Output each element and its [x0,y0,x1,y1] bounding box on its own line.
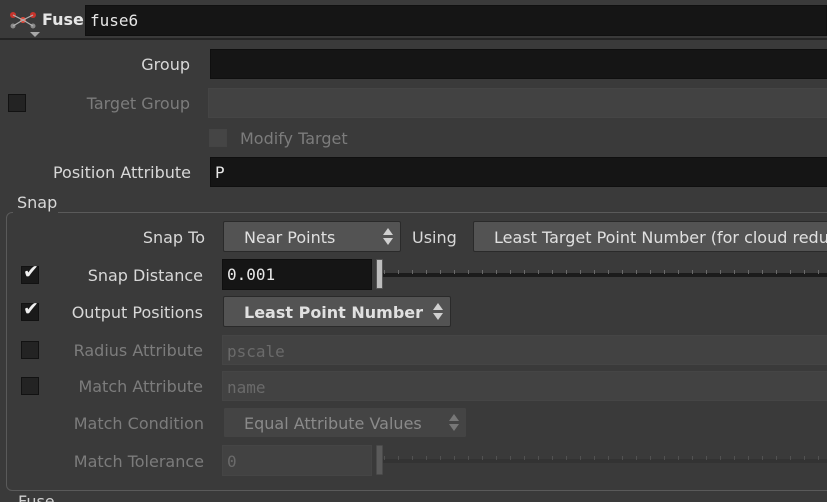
node-header: Fuse fuse6 [0,0,827,44]
snap-distance-slider-ticks [384,270,827,274]
modify-target-label: Modify Target [240,129,348,148]
node-name-field[interactable]: fuse6 [85,5,827,36]
position-attribute-field[interactable]: P [210,157,827,187]
group-label: Group [141,55,190,74]
checkmark-icon: ✔ [23,261,39,283]
snap-to-label: Snap To [142,228,205,247]
target-group-field[interactable] [208,88,827,118]
snap-distance-slider-handle[interactable] [376,259,383,289]
match-tolerance-slider-handle[interactable] [376,445,383,475]
snap-section-title: Snap [17,193,58,212]
radius-attribute-checkbox[interactable] [21,341,39,359]
group-field[interactable] [210,49,827,79]
radius-attribute-label: Radius Attribute [73,341,203,360]
checkmark-icon: ✔ [23,298,39,320]
using-label: Using [412,228,457,247]
using-value: Least Target Point Number (for cloud red… [494,228,827,247]
menu-spinner-icon [433,302,445,322]
match-condition-menu[interactable]: Equal Attribute Values [223,407,467,438]
fuse-node-icon [10,12,36,29]
snap-to-menu[interactable]: Near Points [223,221,401,252]
radius-attribute-field[interactable]: pscale [222,335,827,365]
modify-target-checkbox[interactable] [209,129,227,147]
menu-spinner-icon [449,413,461,433]
snap-distance-checkbox[interactable]: ✔ [21,261,39,284]
node-menu-arrow-icon[interactable] [30,32,40,37]
node-type-label: Fuse [42,10,84,29]
match-condition-value: Equal Attribute Values [244,414,422,433]
match-tolerance-label: Match Tolerance [73,452,204,471]
output-positions-value: Least Point Number [244,303,424,322]
match-tolerance-field[interactable]: 0 [222,445,372,476]
snap-distance-field[interactable]: 0.001 [222,259,372,290]
match-tolerance-slider-ticks [384,456,827,460]
match-attribute-field[interactable]: name [222,371,827,401]
output-positions-label: Output Positions [71,303,203,322]
snap-distance-label: Snap Distance [87,266,203,285]
match-attribute-checkbox[interactable] [21,377,39,395]
snap-to-value: Near Points [244,228,336,247]
parameter-editor: Fuse fuse6 Group Target Group Modify Tar… [0,0,827,502]
fuse-section-title: Fuse [18,492,55,502]
target-group-checkbox[interactable] [8,94,26,112]
output-positions-menu[interactable]: Least Point Number [223,296,451,327]
using-menu[interactable]: Least Target Point Number (for cloud red… [473,221,827,252]
position-attribute-label: Position Attribute [52,163,191,182]
match-condition-label: Match Condition [73,414,204,433]
match-attribute-label: Match Attribute [78,377,203,396]
output-positions-checkbox[interactable]: ✔ [21,298,39,321]
header-divider [0,38,827,40]
menu-spinner-icon [383,227,395,247]
target-group-label: Target Group [86,94,190,113]
